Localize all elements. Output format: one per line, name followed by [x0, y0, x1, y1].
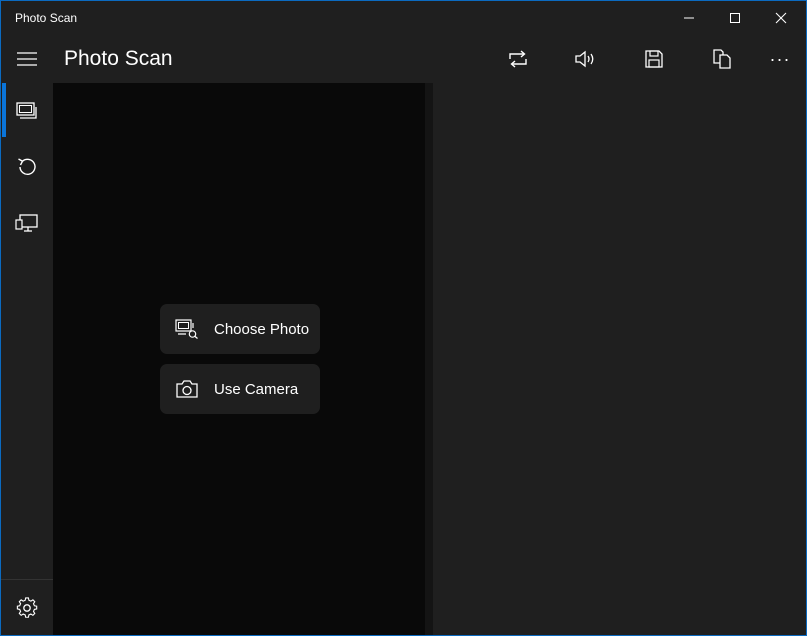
- app-bar: Photo Scan ···: [1, 35, 806, 83]
- choose-photo-button[interactable]: Choose Photo: [160, 304, 320, 354]
- nav-project[interactable]: [1, 195, 53, 251]
- choose-photo-label: Choose Photo: [214, 320, 310, 338]
- photo-scan-icon: [16, 102, 37, 119]
- minimize-button[interactable]: [666, 1, 712, 35]
- menu-button[interactable]: [1, 35, 53, 83]
- use-camera-label: Use Camera: [214, 380, 299, 398]
- close-icon: [775, 12, 787, 24]
- copy-icon: [713, 49, 731, 69]
- title-bar: Photo Scan: [1, 1, 806, 35]
- window-title: Photo Scan: [15, 11, 78, 25]
- rotate-button[interactable]: [494, 35, 542, 83]
- app-window: Photo Scan Photo Scan ··· Choose Photo U…: [0, 0, 807, 636]
- more-button[interactable]: ···: [759, 35, 801, 83]
- minimize-icon: [684, 17, 694, 19]
- project-screen-icon: [15, 214, 38, 232]
- speaker-icon: [575, 50, 594, 68]
- nav-rail: [1, 83, 53, 635]
- result-pane: [433, 83, 806, 635]
- gear-icon: [16, 597, 38, 618]
- hamburger-icon: [17, 52, 37, 66]
- maximize-icon: [730, 13, 740, 23]
- history-icon: [18, 158, 36, 175]
- camera-icon: [160, 379, 214, 399]
- copy-button[interactable]: [698, 35, 746, 83]
- use-camera-button[interactable]: Use Camera: [160, 364, 320, 414]
- choose-photo-icon: [160, 319, 214, 339]
- speak-button[interactable]: [562, 35, 610, 83]
- save-button[interactable]: [630, 35, 678, 83]
- save-icon: [645, 50, 663, 68]
- image-pane: Choose Photo Use Camera: [53, 83, 425, 635]
- maximize-button[interactable]: [712, 1, 758, 35]
- rotate-icon: [509, 50, 527, 68]
- close-button[interactable]: [758, 1, 804, 35]
- nav-selection-indicator: [2, 83, 6, 137]
- settings-button[interactable]: [1, 580, 53, 635]
- pane-splitter[interactable]: [425, 83, 433, 635]
- app-title: Photo Scan: [64, 47, 173, 70]
- nav-scan[interactable]: [1, 83, 53, 139]
- nav-history[interactable]: [1, 139, 53, 195]
